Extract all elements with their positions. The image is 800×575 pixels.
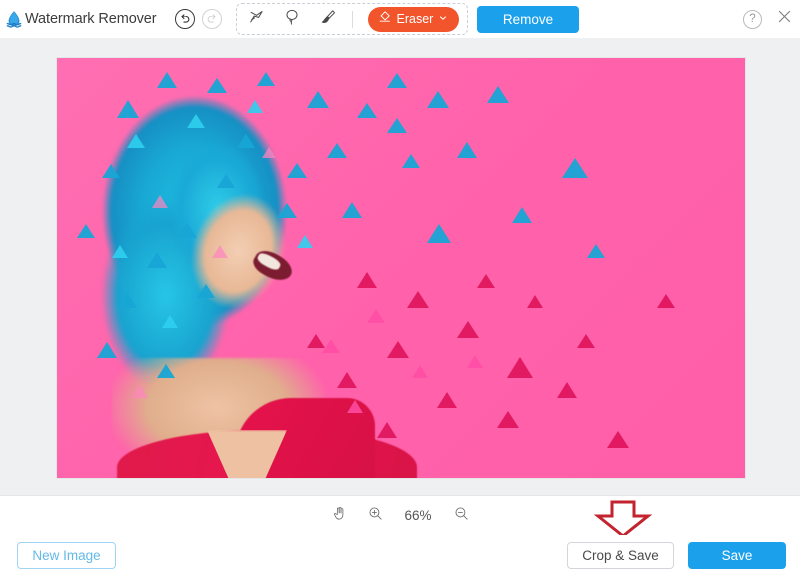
hand-tool-icon bbox=[331, 505, 348, 527]
app-logo: Watermark Remover bbox=[4, 9, 157, 29]
undo-arrow-icon bbox=[179, 13, 191, 25]
new-image-button[interactable]: New Image bbox=[17, 542, 116, 569]
water-drop-logo-icon bbox=[4, 9, 24, 29]
editing-image[interactable] bbox=[57, 58, 745, 478]
app-footer: New Image Crop & Save Save bbox=[0, 535, 800, 575]
undo-button[interactable] bbox=[175, 9, 195, 29]
close-x-icon bbox=[776, 8, 793, 30]
eraser-label: Eraser bbox=[397, 12, 434, 26]
chevron-down-icon bbox=[438, 10, 448, 28]
close-button[interactable] bbox=[774, 9, 794, 29]
lasso-tool-button[interactable] bbox=[280, 7, 304, 31]
header-right-controls: ? bbox=[743, 9, 794, 29]
zoom-level-label: 66% bbox=[400, 508, 436, 523]
hand-tool-button[interactable] bbox=[328, 505, 350, 527]
tool-palette: Eraser bbox=[236, 3, 469, 35]
history-controls bbox=[175, 9, 222, 29]
app-header: Watermark Remover bbox=[0, 0, 800, 38]
page-title: Watermark Remover bbox=[25, 11, 157, 27]
zoom-toolbar: 66% bbox=[0, 495, 800, 535]
brush-icon bbox=[317, 7, 337, 32]
triangle-dispersion-overlay bbox=[57, 58, 745, 478]
redo-button[interactable] bbox=[202, 9, 222, 29]
polygonal-lasso-tool-button[interactable] bbox=[245, 7, 269, 31]
editor-canvas[interactable] bbox=[0, 38, 800, 495]
help-button[interactable]: ? bbox=[743, 10, 762, 29]
lasso-icon bbox=[282, 7, 302, 32]
zoom-out-button[interactable] bbox=[450, 505, 472, 527]
annotation-arrow bbox=[592, 500, 654, 538]
redo-arrow-icon bbox=[206, 13, 218, 25]
brush-tool-button[interactable] bbox=[315, 7, 339, 31]
eraser-icon bbox=[377, 9, 392, 29]
zoom-out-icon bbox=[453, 505, 470, 527]
save-button[interactable]: Save bbox=[688, 542, 786, 569]
tool-divider bbox=[352, 11, 353, 28]
remove-button[interactable]: Remove bbox=[477, 6, 579, 33]
eraser-dropdown-button[interactable]: Eraser bbox=[368, 7, 460, 32]
watermark-remover-window: Watermark Remover bbox=[0, 0, 800, 575]
zoom-in-button[interactable] bbox=[364, 505, 386, 527]
zoom-in-icon bbox=[367, 505, 384, 527]
crop-and-save-button[interactable]: Crop & Save bbox=[567, 542, 674, 569]
polygon-icon bbox=[247, 7, 267, 32]
